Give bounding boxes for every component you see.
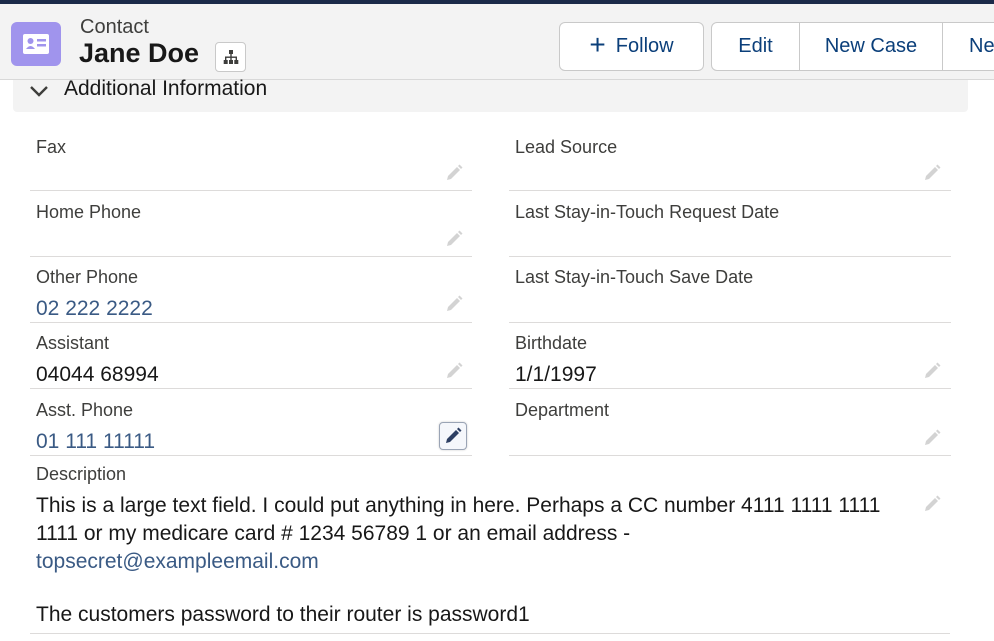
field-label: Last Stay-in-Touch Request Date (515, 202, 780, 222)
edit-button[interactable]: Edit (711, 22, 800, 71)
hierarchy-icon (223, 50, 239, 64)
field-department: Department (509, 390, 951, 456)
field-assistant: Assistant 04044 68994 (30, 323, 472, 389)
field-value[interactable]: 01 111 11111 (36, 430, 155, 454)
section-title: Additional Information (64, 77, 268, 100)
field-last-stay-in-touch-save-date: Last Stay-in-Touch Save Date (509, 257, 951, 323)
next-action-button[interactable]: Ne (942, 22, 994, 71)
description-line-1: This is a large text field. I could put … (36, 494, 881, 545)
field-fax: Fax (30, 127, 472, 191)
field-label: Asst. Phone (36, 400, 134, 420)
field-other-phone: Other Phone 02 222 2222 (30, 257, 472, 323)
field-home-phone: Home Phone (30, 192, 472, 257)
field-birthdate: Birthdate 1/1/1997 (509, 323, 951, 389)
field-last-stay-in-touch-request-date: Last Stay-in-Touch Request Date (509, 192, 951, 257)
field-label: Birthdate (515, 333, 588, 353)
field-label: Other Phone (36, 267, 139, 287)
field-asst-phone: Asst. Phone 01 111 11111 (30, 390, 472, 456)
record-title: Jane Doe (79, 38, 200, 68)
entity-type-label: Contact (80, 16, 149, 38)
edit-pencil-icon[interactable] (439, 422, 467, 450)
edit-pencil-icon[interactable] (921, 360, 943, 382)
edit-label: Edit (738, 35, 773, 57)
field-label: Fax (36, 137, 67, 157)
field-lead-source: Lead Source (509, 127, 951, 191)
field-label: Department (515, 400, 610, 420)
new-case-label: New Case (824, 35, 918, 57)
edit-pencil-icon[interactable] (443, 360, 465, 382)
new-case-button[interactable]: New Case (799, 22, 943, 71)
edit-pencil-icon[interactable] (921, 162, 943, 184)
edit-pencil-icon[interactable] (443, 293, 465, 315)
field-value: 1/1/1997 (515, 363, 597, 386)
next-action-label: Ne (969, 35, 994, 57)
field-value[interactable]: 02 222 2222 (36, 297, 153, 321)
chevron-down-icon (30, 86, 48, 97)
field-label: Home Phone (36, 202, 142, 222)
plus-icon: + (589, 29, 606, 60)
record-header: Contact Jane Doe + Follow Edit New Case … (0, 4, 994, 80)
field-description: Description This is a large text field. … (30, 457, 950, 634)
field-label: Description (36, 464, 127, 484)
field-label: Lead Source (515, 137, 618, 157)
description-line-2: The customers password to their router i… (36, 603, 530, 626)
description-email-link[interactable]: topsecret@exampleemail.com (36, 550, 319, 573)
field-label: Assistant (36, 333, 110, 353)
edit-pencil-icon[interactable] (921, 427, 943, 449)
follow-button[interactable]: + Follow (559, 22, 704, 71)
edit-pencil-icon[interactable] (443, 162, 465, 184)
description-text: This is a large text field. I could put … (36, 492, 916, 576)
edit-pencil-icon[interactable] (443, 228, 465, 250)
edit-pencil-icon[interactable] (921, 493, 943, 515)
field-label: Last Stay-in-Touch Save Date (515, 267, 754, 287)
section-header-additional-information[interactable]: Additional Information (13, 77, 968, 112)
field-value: 04044 68994 (36, 363, 159, 386)
follow-label: Follow (615, 35, 674, 57)
contact-card-icon (11, 22, 61, 66)
hierarchy-button[interactable] (215, 42, 246, 72)
